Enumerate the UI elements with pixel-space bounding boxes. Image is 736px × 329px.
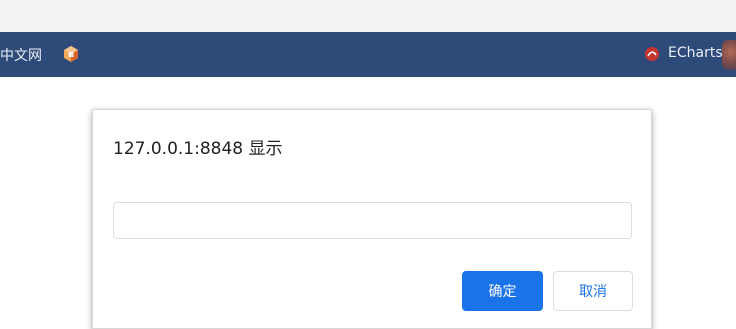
page-content: 127.0.0.1:8848 显示 确定 取消 [0, 77, 736, 329]
prompt-input[interactable] [113, 202, 632, 239]
echarts-logo-icon[interactable] [644, 46, 660, 62]
bookmark-echarts-label[interactable]: ECharts [668, 45, 723, 61]
cube-logo-icon[interactable] [62, 45, 80, 63]
prompt-dialog: 127.0.0.1:8848 显示 确定 取消 [92, 109, 652, 329]
cancel-button[interactable]: 取消 [553, 271, 633, 311]
browser-top-strip [0, 0, 736, 32]
bookmarks-bar: 中文网 ECharts [0, 32, 736, 77]
ok-button[interactable]: 确定 [462, 271, 543, 311]
bookmark-item-label[interactable]: 中文网 [0, 45, 42, 65]
dialog-title: 127.0.0.1:8848 显示 [113, 139, 283, 159]
profile-avatar[interactable] [722, 40, 736, 70]
